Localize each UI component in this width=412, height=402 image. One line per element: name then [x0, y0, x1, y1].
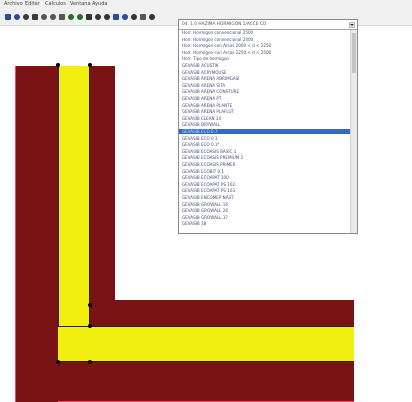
dropdown-option[interactable]: GEVASIB ECOASIS PRIMER — [179, 162, 350, 167]
menu-ayuda[interactable]: Ayuda — [92, 1, 107, 7]
node-point[interactable] — [88, 360, 92, 364]
help-icon[interactable] — [149, 14, 155, 20]
zoom-in-icon[interactable] — [86, 14, 92, 20]
measure-icon[interactable] — [140, 14, 146, 20]
dropdown-option[interactable]: GEVASIB ACUSTIK — [179, 63, 350, 68]
outer-wall-vertical[interactable] — [15, 66, 58, 402]
dropdown-option[interactable]: Horr. Hormigon convencional 2500 — [179, 30, 350, 35]
dropdown-option[interactable]: Horr. Hormigon con Arcos 2250 < d < 2500 — [179, 50, 350, 55]
dropdown-selected-value[interactable]: 04. 1.0 HAZIMA HORMIGON 1/ACCE CO — [179, 20, 357, 30]
node-point[interactable] — [56, 360, 60, 364]
zoom-fit-icon[interactable] — [104, 14, 110, 20]
insulation-horizontal[interactable] — [58, 326, 354, 362]
menu-archivo[interactable]: Archivo — [4, 1, 23, 7]
dropdown-option[interactable]: Horr. Hormigon convencional 2400 — [179, 37, 350, 42]
dropdown-option[interactable]: GEVASIB CLEAN 34 — [179, 116, 350, 121]
zoom-out-icon[interactable] — [95, 14, 101, 20]
print-icon[interactable] — [32, 14, 38, 20]
cut-icon[interactable] — [41, 14, 47, 20]
copy-icon[interactable] — [50, 14, 56, 20]
draw-rect-icon[interactable] — [122, 14, 128, 20]
dropdown-option[interactable]: GEVASIB GROWALL 16 — [179, 202, 350, 207]
save-icon[interactable] — [23, 14, 29, 20]
dropdown-option[interactable]: GEVASIB ARENA PLANTE — [179, 103, 350, 108]
dropdown-option[interactable]: GEVASIB ENCOMEP NAST — [179, 195, 350, 200]
insulation-vertical[interactable] — [58, 66, 90, 362]
dropdown-option[interactable]: GEVASIB GROWALL 26 — [179, 208, 350, 213]
dropdown-option[interactable]: GEVASIB ECO 0.7 — [179, 129, 350, 134]
dropdown-option[interactable]: GEVASIB ARENA PT — [179, 96, 350, 101]
scrollbar-thumb[interactable] — [352, 33, 356, 73]
dropdown-option[interactable]: GEVASIB DRYWALL — [179, 122, 350, 127]
inner-wall-horizontal[interactable] — [90, 300, 354, 326]
dropdown-option[interactable]: GEVASIB ECO 0.1* — [179, 142, 350, 147]
dropdown-option[interactable]: Horr. Hormigon con Arcos 2000 < d < 2250 — [179, 43, 350, 48]
node-point[interactable] — [88, 63, 92, 67]
dropdown-option[interactable]: GEVASIB ECO 0.1 — [179, 136, 350, 141]
dropdown-option[interactable]: GEVASIB ECOAPAT 100 — [179, 175, 350, 180]
menu-ventana[interactable]: Ventana — [70, 1, 91, 7]
dropdown-option[interactable]: GEVASIB 38 — [179, 221, 350, 226]
draw-line-icon[interactable] — [113, 14, 119, 20]
node-icon[interactable] — [131, 14, 137, 20]
node-point[interactable] — [88, 303, 92, 307]
menu-editar[interactable]: Editar — [25, 1, 40, 7]
dropdown-option[interactable]: GEVASIB ECOAPAT PS 102 — [179, 182, 350, 187]
open-icon[interactable] — [14, 14, 20, 20]
material-dropdown[interactable]: 04. 1.0 HAZIMA HORMIGON 1/ACCE CO Horr. … — [178, 19, 358, 234]
new-icon[interactable] — [5, 14, 11, 20]
dropdown-option[interactable]: GEVASIB ECOASIS PREMIUM 2 — [179, 155, 350, 160]
dropdown-scrollbar[interactable] — [350, 30, 357, 233]
dropdown-option[interactable]: GEVASIB ECOASIS BASIC 1 — [179, 149, 350, 154]
undo-icon[interactable] — [68, 14, 74, 20]
dropdown-option[interactable]: GEVASIB GROWALL 37 — [179, 215, 350, 220]
dropdown-option[interactable]: GEVASIB ECOBIT 0.1 — [179, 169, 350, 174]
dropdown-options-list[interactable]: Horr. Hormigon convencional 2500 Horr. Ho… — [179, 30, 350, 233]
dropdown-option[interactable]: GEVASIB ARENA ABRIMGASI — [179, 76, 350, 81]
dropdown-option[interactable]: Horr. Tipo de hormigon — [179, 56, 350, 61]
redo-icon[interactable] — [77, 14, 83, 20]
inner-wall-vertical[interactable] — [90, 66, 115, 336]
dropdown-option[interactable]: GEVASIB ARENA CONSTURE — [179, 89, 350, 94]
chevron-down-icon[interactable] — [349, 22, 355, 28]
menu-calculos[interactable]: Calculos — [45, 1, 66, 7]
dropdown-option[interactable]: GEVASIB ARENA SITA — [179, 83, 350, 88]
dropdown-option[interactable]: GEVASIB ECOAPAT PS 103 — [179, 188, 350, 193]
node-point[interactable] — [56, 63, 60, 67]
outer-wall-horizontal[interactable] — [58, 362, 354, 402]
dropdown-option[interactable]: GEVASIB ARENA PLAFLUT — [179, 109, 350, 114]
dropdown-option[interactable]: GEVASIB ACRYMOUSE — [179, 70, 350, 75]
paste-icon[interactable] — [59, 14, 65, 20]
node-point[interactable] — [88, 324, 92, 328]
menu-bar: Archivo Editar Calculos Ventana Ayuda — [0, 0, 412, 11]
